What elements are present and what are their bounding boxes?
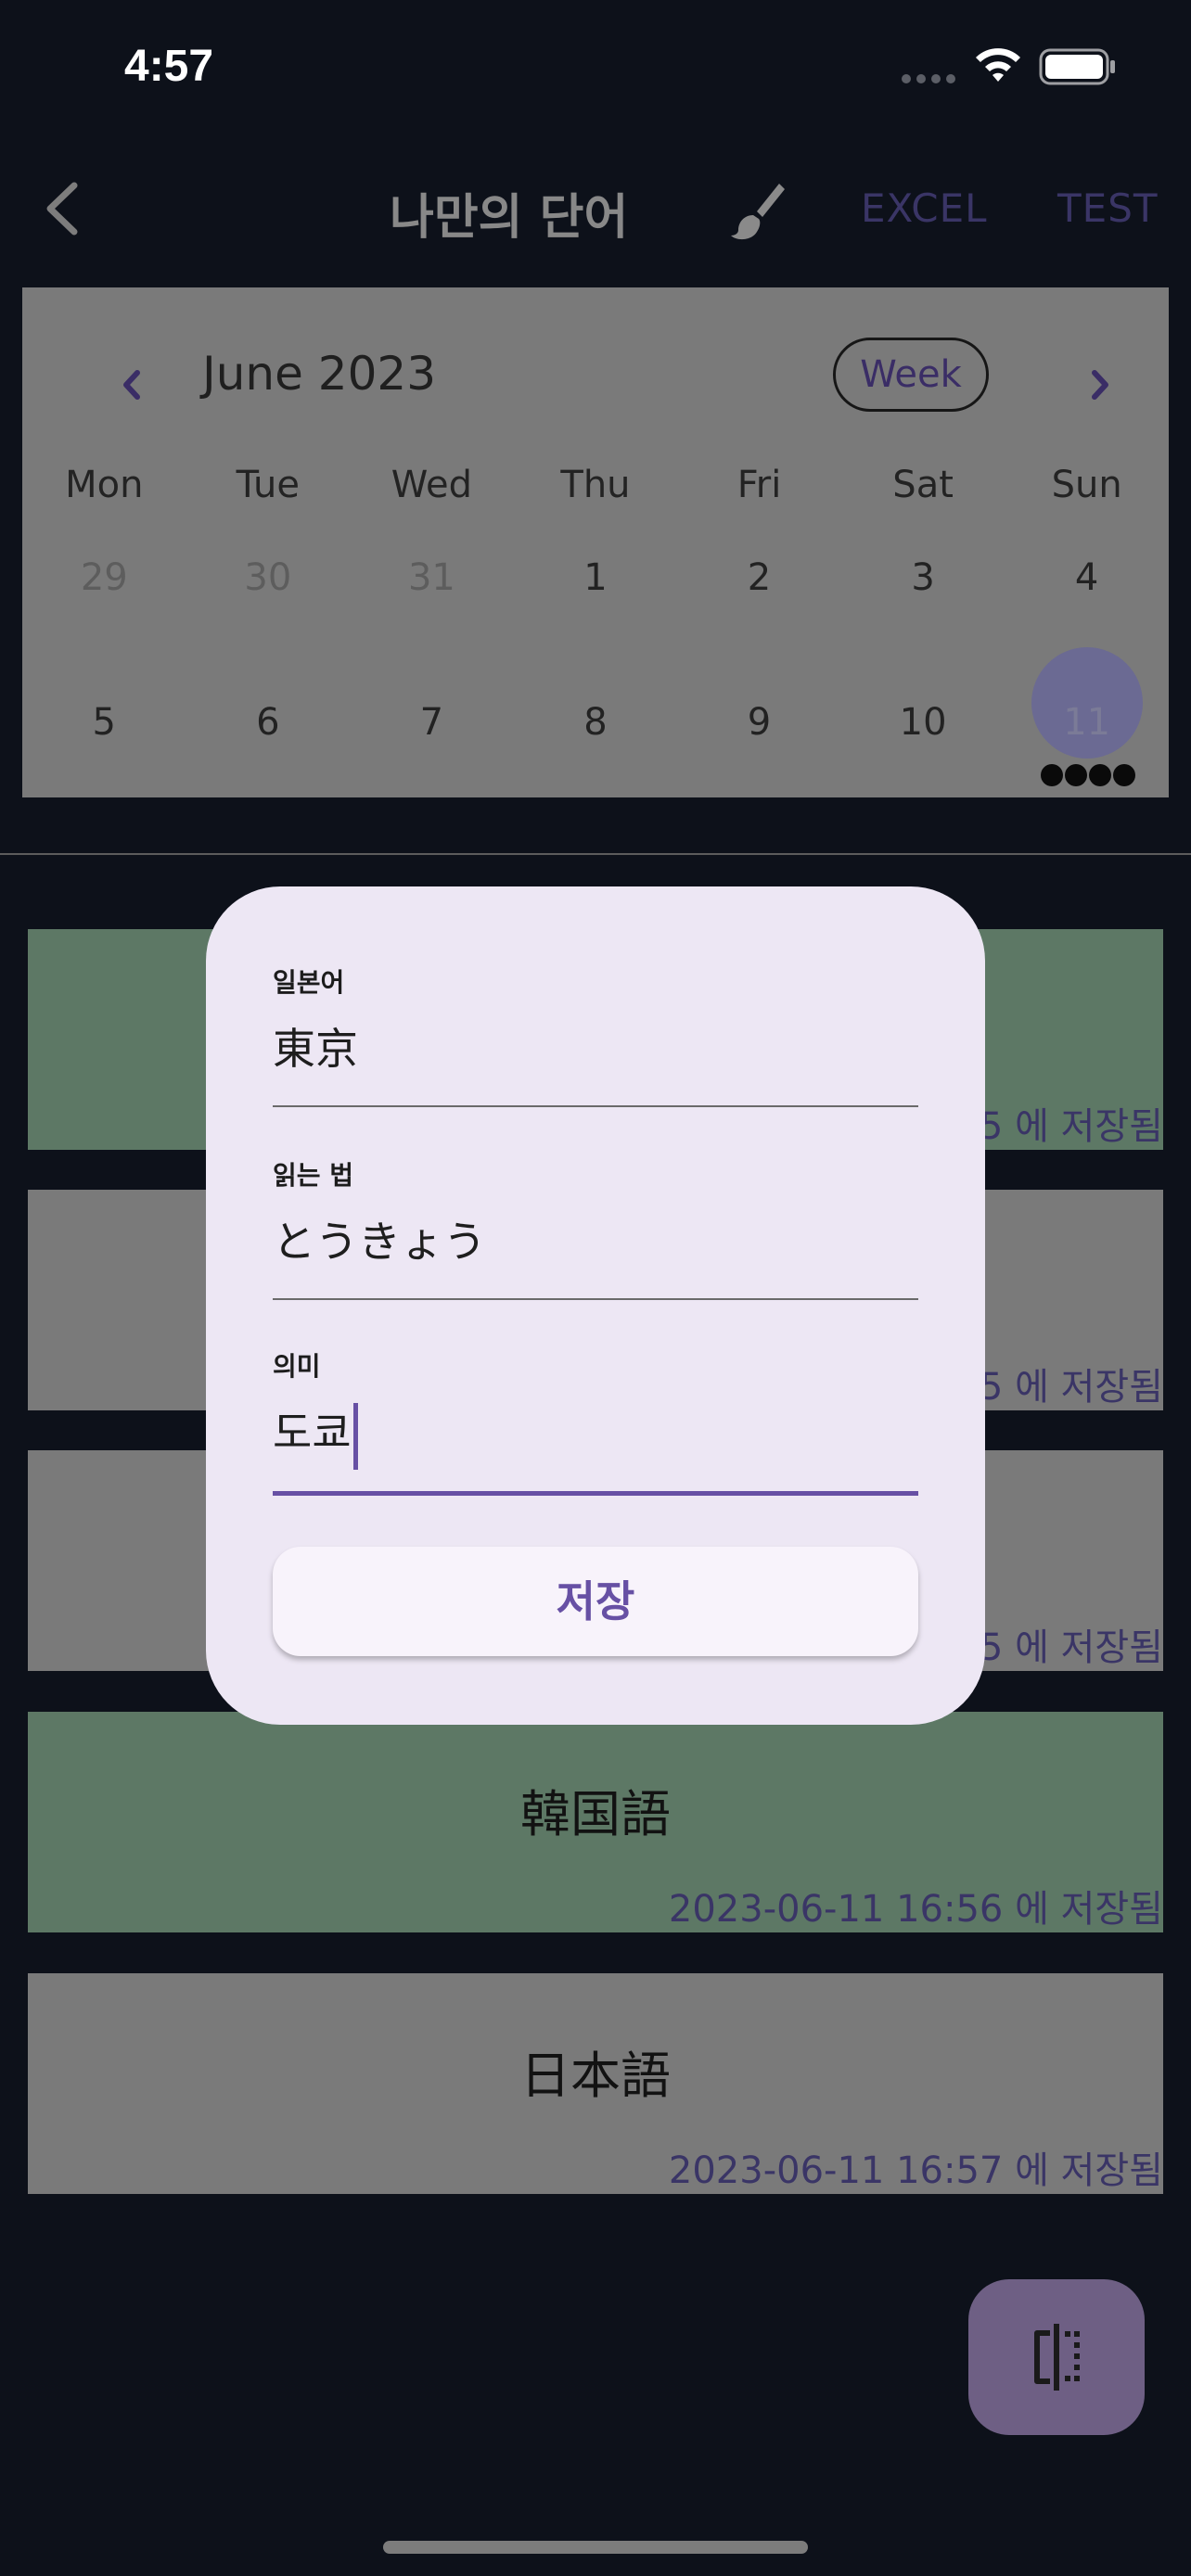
add-word-dialog: 일본어 東京 읽는 법 とうきょう 의미 도쿄 저장 bbox=[206, 886, 985, 1725]
calendar-day[interactable]: 30 bbox=[186, 556, 351, 599]
word-text: 韓国語 bbox=[520, 1785, 671, 1843]
test-button[interactable]: TEST bbox=[1057, 185, 1159, 231]
calendar-day[interactable]: 4 bbox=[1005, 556, 1169, 599]
calendar-day[interactable]: 29 bbox=[22, 556, 186, 599]
reading-input[interactable]: とうきょう bbox=[273, 1209, 918, 1274]
excel-button[interactable]: EXCEL bbox=[861, 185, 988, 231]
calendar-day[interactable]: 1 bbox=[514, 556, 678, 599]
field-underline bbox=[273, 1298, 918, 1300]
saved-timestamp: 2023-06-11 16:57 에 저장됨 bbox=[668, 2149, 1163, 2192]
weekday-label: Thu bbox=[560, 464, 631, 506]
weekday-label: Sat bbox=[892, 464, 954, 506]
calendar-day[interactable]: 31 bbox=[350, 556, 514, 599]
calendar-day[interactable]: 7 bbox=[350, 701, 514, 744]
calendar-day[interactable]: 6 bbox=[186, 701, 351, 744]
calendar-day[interactable]: 9 bbox=[677, 701, 841, 744]
word-card[interactable]: 韓国語 2023-06-11 16:56 에 저장됨 bbox=[28, 1712, 1163, 1932]
theme-button[interactable] bbox=[724, 178, 788, 243]
japanese-field-label: 일본어 bbox=[273, 967, 345, 998]
battery-icon bbox=[1039, 48, 1117, 89]
calendar-day[interactable]: 10 bbox=[841, 701, 1005, 744]
wifi-icon bbox=[972, 45, 1024, 89]
calendar-prev-button[interactable] bbox=[96, 352, 171, 417]
japanese-field[interactable]: 일본어 東京 bbox=[273, 963, 918, 1107]
calendar-day-selected[interactable]: 11 bbox=[1005, 647, 1169, 759]
weekday-label: Sun bbox=[1051, 464, 1122, 506]
word-card[interactable]: 日本語 2023-06-11 16:57 에 저장됨 bbox=[28, 1973, 1163, 2194]
event-marker-dot bbox=[1113, 764, 1135, 786]
meaning-field-label: 의미 bbox=[273, 1351, 321, 1382]
saved-timestamp: 5 에 저장됨 bbox=[979, 1366, 1163, 1409]
field-underline bbox=[273, 1105, 918, 1107]
field-underline-focused bbox=[273, 1491, 918, 1496]
calendar: June 2023 Week Mon Tue Wed Thu Fri Sat S… bbox=[22, 287, 1169, 797]
save-button[interactable]: 저장 bbox=[273, 1547, 918, 1656]
reading-field-label: 읽는 법 bbox=[273, 1160, 354, 1191]
weekday-label: Mon bbox=[65, 464, 144, 506]
calendar-format-button[interactable]: Week bbox=[833, 338, 989, 412]
chevron-left-icon bbox=[46, 182, 78, 236]
saved-timestamp: 2023-06-11 16:56 에 저장됨 bbox=[668, 1888, 1163, 1931]
weekday-label: Tue bbox=[236, 464, 300, 506]
chevron-right-icon bbox=[1092, 370, 1108, 400]
meaning-input[interactable]: 도쿄 bbox=[273, 1400, 918, 1470]
compare-fab[interactable] bbox=[968, 2279, 1145, 2435]
calendar-month-label: June 2023 bbox=[202, 347, 437, 401]
home-indicator[interactable] bbox=[383, 2541, 808, 2554]
back-button[interactable] bbox=[37, 176, 93, 241]
calendar-day[interactable]: 5 bbox=[22, 701, 186, 744]
weekday-header: Mon Tue Wed Thu Fri Sat Sun bbox=[22, 464, 1169, 506]
text-cursor bbox=[352, 1402, 358, 1470]
calendar-day[interactable]: 3 bbox=[841, 556, 1005, 599]
selected-day-number: 11 bbox=[1063, 701, 1111, 744]
event-markers bbox=[1041, 764, 1135, 786]
flip-compare-icon bbox=[1034, 2324, 1080, 2391]
weekday-label: Fri bbox=[736, 464, 782, 506]
meaning-input-text: 도쿄 bbox=[273, 1408, 352, 1458]
chevron-left-icon bbox=[123, 370, 140, 400]
paint-brush-icon bbox=[731, 184, 785, 240]
calendar-week-row: 5 6 7 8 9 10 11 bbox=[22, 647, 1169, 759]
weekday-label: Wed bbox=[391, 464, 473, 506]
event-marker-dot bbox=[1065, 764, 1087, 786]
calendar-week-row: 29 30 31 1 2 3 4 bbox=[22, 556, 1169, 599]
japanese-input[interactable]: 東京 bbox=[273, 1016, 918, 1081]
calendar-day[interactable]: 2 bbox=[677, 556, 841, 599]
calendar-day[interactable]: 8 bbox=[514, 701, 678, 744]
meaning-field[interactable]: 의미 도쿄 bbox=[273, 1346, 918, 1496]
saved-timestamp: 5 에 저장됨 bbox=[979, 1626, 1163, 1669]
reading-field[interactable]: 읽는 법 とうきょう bbox=[273, 1155, 918, 1300]
cellular-signal-icon bbox=[902, 74, 955, 83]
divider bbox=[0, 853, 1191, 855]
saved-timestamp: 5 에 저장됨 bbox=[979, 1105, 1163, 1148]
event-marker-dot bbox=[1041, 764, 1063, 786]
word-text: 日本語 bbox=[520, 2047, 671, 2105]
calendar-next-button[interactable] bbox=[1061, 352, 1135, 417]
page-title: 나만의 단어 bbox=[390, 190, 629, 246]
status-time: 4:57 bbox=[124, 42, 214, 91]
event-marker-dot bbox=[1089, 764, 1111, 786]
